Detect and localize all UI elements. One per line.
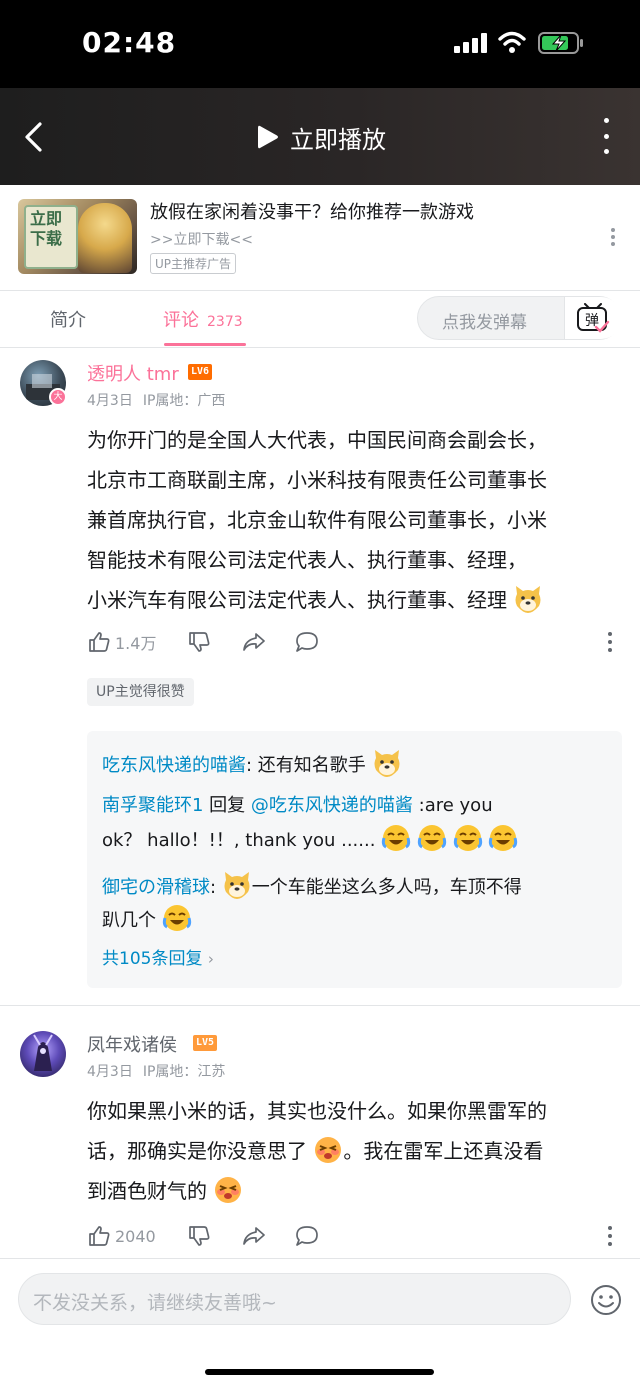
ad-title[interactable]: 放假在家闲着没事干？给你推荐一款游戏 [150, 198, 474, 224]
ad-thumbnail[interactable]: 立即 下载 [18, 199, 137, 274]
laugh-cry-emoji-icon [162, 903, 192, 933]
chevron-right-icon: › [207, 950, 214, 968]
comment-more-icon[interactable] [607, 632, 613, 652]
replies-box[interactable]: 吃东风快递的喵酱: 还有知名歌手 南孚聚能环1 回复 @吃东风快递的喵酱 :ar… [87, 731, 622, 988]
content-line: 小米汽车有限公司法定代表人、执行董事、经理 [87, 580, 617, 620]
reply-bubble-icon[interactable] [294, 630, 320, 654]
comment-actions: 1.4万 [87, 628, 617, 658]
comment-content: 为你开门的是全国人大代表，中国民间商会副会长， 北京市工商联副主席，小米科技有限… [87, 420, 617, 620]
up-liked-badge: UP主觉得很赞 [87, 678, 194, 706]
danmaku-icon: 弹 [577, 303, 610, 333]
reply-item: 御宅の滑稽球: 一个车能坐这么多人吗，车顶不得 [102, 870, 522, 904]
thumbs-up-icon [89, 632, 110, 652]
smiley-face-icon[interactable] [589, 1283, 623, 1317]
reply-bubble-icon[interactable] [294, 1224, 320, 1248]
reply-mention[interactable]: @吃东风快递的喵酱 [251, 795, 413, 816]
content-line: 智能技术有限公司法定代表人、执行董事、经理， [87, 548, 527, 572]
laugh-cry-emoji-icon [381, 823, 411, 853]
comment-input[interactable]: 不发没关系，请继续友善哦~ [18, 1273, 571, 1325]
thumbs-down-icon[interactable] [187, 1224, 211, 1248]
danmaku-input[interactable]: 点我发弹幕 弹 [417, 296, 622, 340]
home-indicator [205, 1369, 434, 1375]
comment-ip-location: IP属地：江苏 [142, 1064, 226, 1080]
thumbs-up-icon [89, 1226, 110, 1246]
ad-more-icon[interactable] [609, 228, 617, 246]
battery-charging-icon [538, 32, 583, 54]
reply-item-continued: ok？ hallo！!！, thank you ...... [102, 823, 518, 857]
comment-actions: 2040 [87, 1222, 617, 1252]
laugh-cry-emoji-icon [417, 823, 447, 853]
content-line: 话，那确实是你没意思了 。我在雷军上还真没看 [87, 1131, 617, 1171]
comment-username[interactable]: 凤年戏诸侯 [87, 1031, 177, 1057]
ad-thumb-character [78, 203, 132, 273]
thumbs-down-icon[interactable] [187, 630, 211, 654]
like-button[interactable]: 1.4万 [87, 630, 156, 654]
avatar[interactable] [20, 1031, 66, 1077]
doge-emoji-icon [372, 748, 402, 778]
divider [0, 347, 640, 348]
status-time: 02:48 [82, 26, 177, 59]
wifi-icon [498, 31, 526, 53]
content-line: 你如果黑小米的话，其实也没什么。如果你黑雷军的 [87, 1099, 547, 1123]
tab-active-indicator [164, 343, 246, 346]
comment-content: 你如果黑小米的话，其实也没什么。如果你黑雷军的 话，那确实是你没意思了 。我在雷… [87, 1091, 617, 1211]
divider [0, 290, 640, 291]
comment-meta: 4月3日 IP属地：广西 [87, 390, 225, 410]
content-line: 兼首席执行官，北京金山软件有限公司董事长，小米 [87, 508, 547, 532]
tab-comments-label: 评论 [163, 310, 199, 331]
laugh-cry-emoji-icon [453, 823, 483, 853]
danmaku-toggle-button[interactable]: 弹 [564, 297, 622, 339]
comment-input-placeholder: 不发没关系，请继续友善哦~ [33, 1292, 277, 1314]
comment-username[interactable]: 透明人 tmr [87, 360, 179, 386]
cell-signal-icon [454, 33, 488, 53]
drool-emoji-icon [213, 1175, 243, 1205]
play-icon [258, 125, 278, 149]
play-now-label: 立即播放 [290, 125, 386, 154]
tab-comments-count: 2373 [207, 314, 243, 330]
doge-emoji-icon [222, 870, 252, 900]
ad-tag: UP主推荐广告 [150, 253, 237, 274]
reply-item: 吃东风快递的喵酱: 还有知名歌手 [102, 748, 402, 782]
more-vertical-icon[interactable] [596, 118, 616, 154]
content-line: 到酒色财气的 [87, 1171, 617, 1211]
comment-meta: 4月3日 IP属地：江苏 [87, 1061, 225, 1081]
play-now-button[interactable]: 立即播放 [256, 120, 386, 154]
comment-ip-location: IP属地：广西 [142, 393, 226, 409]
level-badge: LV5 [193, 1035, 218, 1051]
vip-badge: 大 [49, 388, 67, 406]
divider [0, 1005, 640, 1006]
bottom-comment-bar: 不发没关系，请继续友善哦~ [0, 1258, 640, 1387]
comment-date: 4月3日 [87, 1064, 133, 1080]
tab-comments[interactable]: 评论 2373 [163, 306, 243, 332]
tab-intro[interactable]: 简介 [50, 306, 86, 332]
chevron-left-icon[interactable] [18, 118, 52, 156]
reply-item: 南孚聚能环1 回复 @吃东风快递的喵酱 :are you [102, 795, 493, 816]
comment-more-icon[interactable] [607, 1226, 613, 1246]
laugh-cry-emoji-icon [488, 823, 518, 853]
status-bar: 02:48 [0, 0, 640, 88]
like-button[interactable]: 2040 [87, 1224, 156, 1248]
video-header: 立即播放 [0, 88, 640, 185]
danmaku-placeholder: 点我发弹幕 [442, 313, 527, 333]
ad-download-link[interactable]: >>立即下载<< [150, 229, 253, 249]
reply-username[interactable]: 吃东风快递的喵酱 [102, 755, 246, 776]
share-icon[interactable] [241, 630, 267, 654]
comment-date: 4月3日 [87, 393, 133, 409]
reply-item-continued: 趴几个 [102, 903, 192, 937]
like-count: 1.4万 [115, 634, 157, 653]
ad-thumb-text: 立即 下载 [30, 209, 63, 248]
reply-username[interactable]: 御宅の滑稽球 [102, 877, 210, 898]
like-count: 2040 [115, 1226, 156, 1246]
share-icon[interactable] [241, 1224, 267, 1248]
content-line: 北京市工商联副主席，小米科技有限责任公司董事长 [87, 468, 547, 492]
view-all-replies-link[interactable]: 共105条回复 › [102, 944, 214, 969]
doge-emoji-icon [513, 584, 543, 614]
content-line: 为你开门的是全国人大代表，中国民间商会副会长， [87, 428, 547, 452]
level-badge: LV6 [188, 364, 213, 380]
reply-username[interactable]: 南孚聚能环1 [102, 795, 203, 816]
drool-emoji-icon [313, 1135, 343, 1165]
